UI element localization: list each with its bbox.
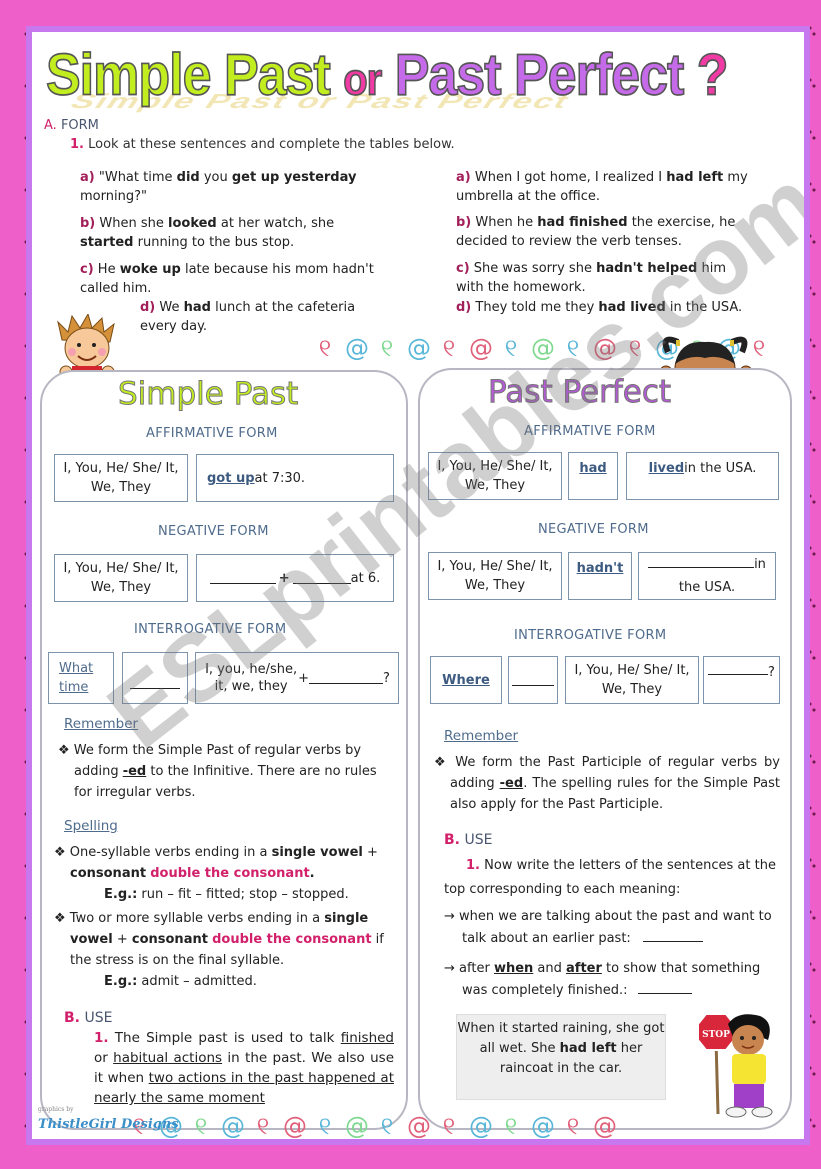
page-frame: Simple Past or Past Perfect Simple Past … (26, 26, 810, 1145)
swirl-icon: ୧ (256, 1112, 270, 1139)
sp-affirmative-heading: AFFIRMATIVE FORM (146, 426, 278, 441)
sp-interrogative-heading: INTERROGATIVE FORM (134, 622, 287, 637)
title-question-mark: ? (696, 42, 729, 109)
sp-use-text: 1. The Simple past is used to talk finis… (94, 1030, 394, 1106)
sentence-right-d: d) They told me they had lived in the US… (456, 300, 743, 315)
sp-interrogative-blank-1[interactable] (130, 677, 180, 689)
pp-use-heading: B. USE (444, 832, 493, 848)
thistlegirl-designs-logo: graphics by ThistleGirl Designs (38, 1106, 179, 1132)
swirl-icon: @ (469, 334, 493, 362)
swirl-icon: @ (469, 1112, 493, 1139)
stop-sign-girl-image: STOP (698, 1013, 773, 1118)
sentence-left-b: b) When she looked at her watch, she sta… (80, 216, 335, 250)
pp-interrogative-verb-cell[interactable]: ? (703, 656, 780, 704)
swirl-icon: ୧ (504, 1112, 518, 1139)
swirl-icon: @ (593, 1112, 617, 1139)
simple-past-title: Simple Past (117, 376, 299, 413)
swirl-icon: ୧ (442, 334, 456, 362)
swirl-icon: @ (345, 334, 369, 362)
sp-negative-verb-cell[interactable]: + at 6. (196, 554, 394, 602)
sp-negative-blank-2[interactable] (292, 572, 351, 584)
swirl-icon: @ (407, 334, 431, 362)
pp-affirmative-verb-cell: lived in the USA. (626, 452, 779, 500)
pp-remember-label: Remember (444, 728, 519, 744)
worksheet-page: Simple Past or Past Perfect Simple Past … (32, 32, 804, 1139)
sp-negative-heading: NEGATIVE FORM (158, 524, 269, 539)
swirl-icon: ୧ (504, 334, 518, 362)
sp-interrogative-aux-cell[interactable] (122, 652, 188, 704)
swirl-icon: ୧ (566, 334, 580, 362)
section-a-heading: A. FORM (44, 118, 99, 133)
pp-negative-blank[interactable] (648, 556, 755, 568)
page-title: Simple Past or Past Perfect ? (45, 42, 804, 118)
sp-interrogative-blank-2[interactable] (309, 672, 383, 684)
pp-interrogative-subject-cell: I, You, He/ She/ It, We, They (565, 656, 699, 704)
swirl-icon: @ (531, 1112, 555, 1139)
title-simple-past: Simple Past (45, 42, 331, 109)
sp-interrogative-subject-cell[interactable]: I, you, he/she, it, we, they +? (195, 652, 399, 704)
swirl-icon: ୧ (318, 1112, 332, 1139)
pp-interrogative-wh-cell: Where (430, 656, 502, 704)
boy-character-image (57, 314, 115, 376)
sp-interrogative-wh-cell: What time (48, 652, 114, 704)
swirl-icon: @ (283, 1112, 307, 1139)
pp-negative-heading: NEGATIVE FORM (538, 522, 649, 537)
sp-negative-blank-1[interactable] (209, 572, 276, 584)
past-perfect-title: Past Perfect (487, 374, 672, 411)
sp-spelling-rule-1: ❖ One-syllable verbs ending in a single … (54, 845, 378, 902)
pp-negative-verb-cell[interactable]: in the USA. (638, 552, 776, 600)
swirl-icon: @ (407, 1112, 431, 1139)
sp-spelling-label: Spelling (64, 818, 118, 834)
sentence-left-c: c) He woke up late because his mom hadn'… (80, 262, 374, 296)
pp-affirmative-aux-cell: had (568, 452, 618, 500)
title-or: or (343, 55, 384, 106)
pp-use-answer-blank-1[interactable] (642, 930, 703, 942)
swirl-icon: ୧ (380, 1112, 394, 1139)
pp-affirmative-heading: AFFIRMATIVE FORM (524, 424, 656, 439)
pp-interrogative-blank-1[interactable] (512, 674, 554, 686)
sp-remember-text: ❖ We form the Simple Past of regular ver… (58, 743, 377, 800)
title-past-perfect: Past Perfect (394, 42, 685, 109)
instruction: 1. Look at these sentences and complete … (70, 137, 455, 152)
swirl-icon: ୧ (380, 334, 394, 362)
sentence-right-c: c) She was sorry she hadn't helped him w… (456, 261, 726, 295)
sp-remember-label: Remember (64, 716, 139, 732)
sp-spelling-rule-2: ❖ Two or more syllable verbs ending in a… (54, 911, 384, 989)
pp-interrogative-aux-cell[interactable] (508, 656, 558, 704)
swirl-icon: ୧ (628, 334, 642, 362)
pp-affirmative-subject-cell: I, You, He/ She/ It, We, They (428, 452, 562, 500)
swirl-decoration-bottom: ୧ @୧ @୧ @୧ @୧ @୧ @୧ @୧ @ (128, 1112, 617, 1139)
swirl-icon: @ (221, 1112, 245, 1139)
stop-sign-text: STOP (702, 1030, 730, 1040)
swirl-icon: ୧ (194, 1112, 208, 1139)
swirl-icon: ୧ (442, 1112, 456, 1139)
pp-use-instruction: 1. Now write the letters of the sentence… (444, 858, 776, 897)
pp-negative-subject-cell: I, You, He/ She/ It, We, They (428, 552, 562, 600)
pp-use-answer-blank-2[interactable] (637, 982, 692, 994)
pp-negative-aux-cell: hadn't (568, 552, 632, 600)
example-speech-box: When it started raining, she got all wet… (456, 1014, 666, 1100)
pp-use-item-2: → after when and after to show that some… (444, 961, 761, 998)
sentence-left-a: a) "What time did you get up yesterday m… (80, 170, 357, 204)
sentence-left-d: d) We had lunch at the cafeteria every d… (140, 300, 356, 334)
pp-interrogative-heading: INTERROGATIVE FORM (514, 628, 667, 643)
sp-use-heading: B. USE (64, 1010, 113, 1026)
swirl-icon: @ (531, 334, 555, 362)
swirl-icon: @ (345, 1112, 369, 1139)
swirl-icon: ୧ (566, 1112, 580, 1139)
sentence-right-b: b) When he had finished the exercise, he… (456, 215, 736, 249)
pp-interrogative-blank-2[interactable] (708, 663, 769, 675)
swirl-icon: @ (593, 334, 617, 362)
sp-affirmative-verb-cell: got up at 7:30. (196, 454, 394, 502)
pp-use-item-1: → when we are talking about the past and… (444, 909, 772, 946)
sp-negative-subject-cell: I, You, He/ She/ It, We, They (54, 554, 188, 602)
swirl-icon: ୧ (318, 334, 332, 362)
pp-remember-text: ❖ We form the Past Participle of regular… (434, 755, 780, 812)
sp-affirmative-subject-cell: I, You, He/ She/ It, We, They (54, 454, 188, 502)
sentence-right-a: a) When I got home, I realized I had lef… (456, 170, 748, 204)
